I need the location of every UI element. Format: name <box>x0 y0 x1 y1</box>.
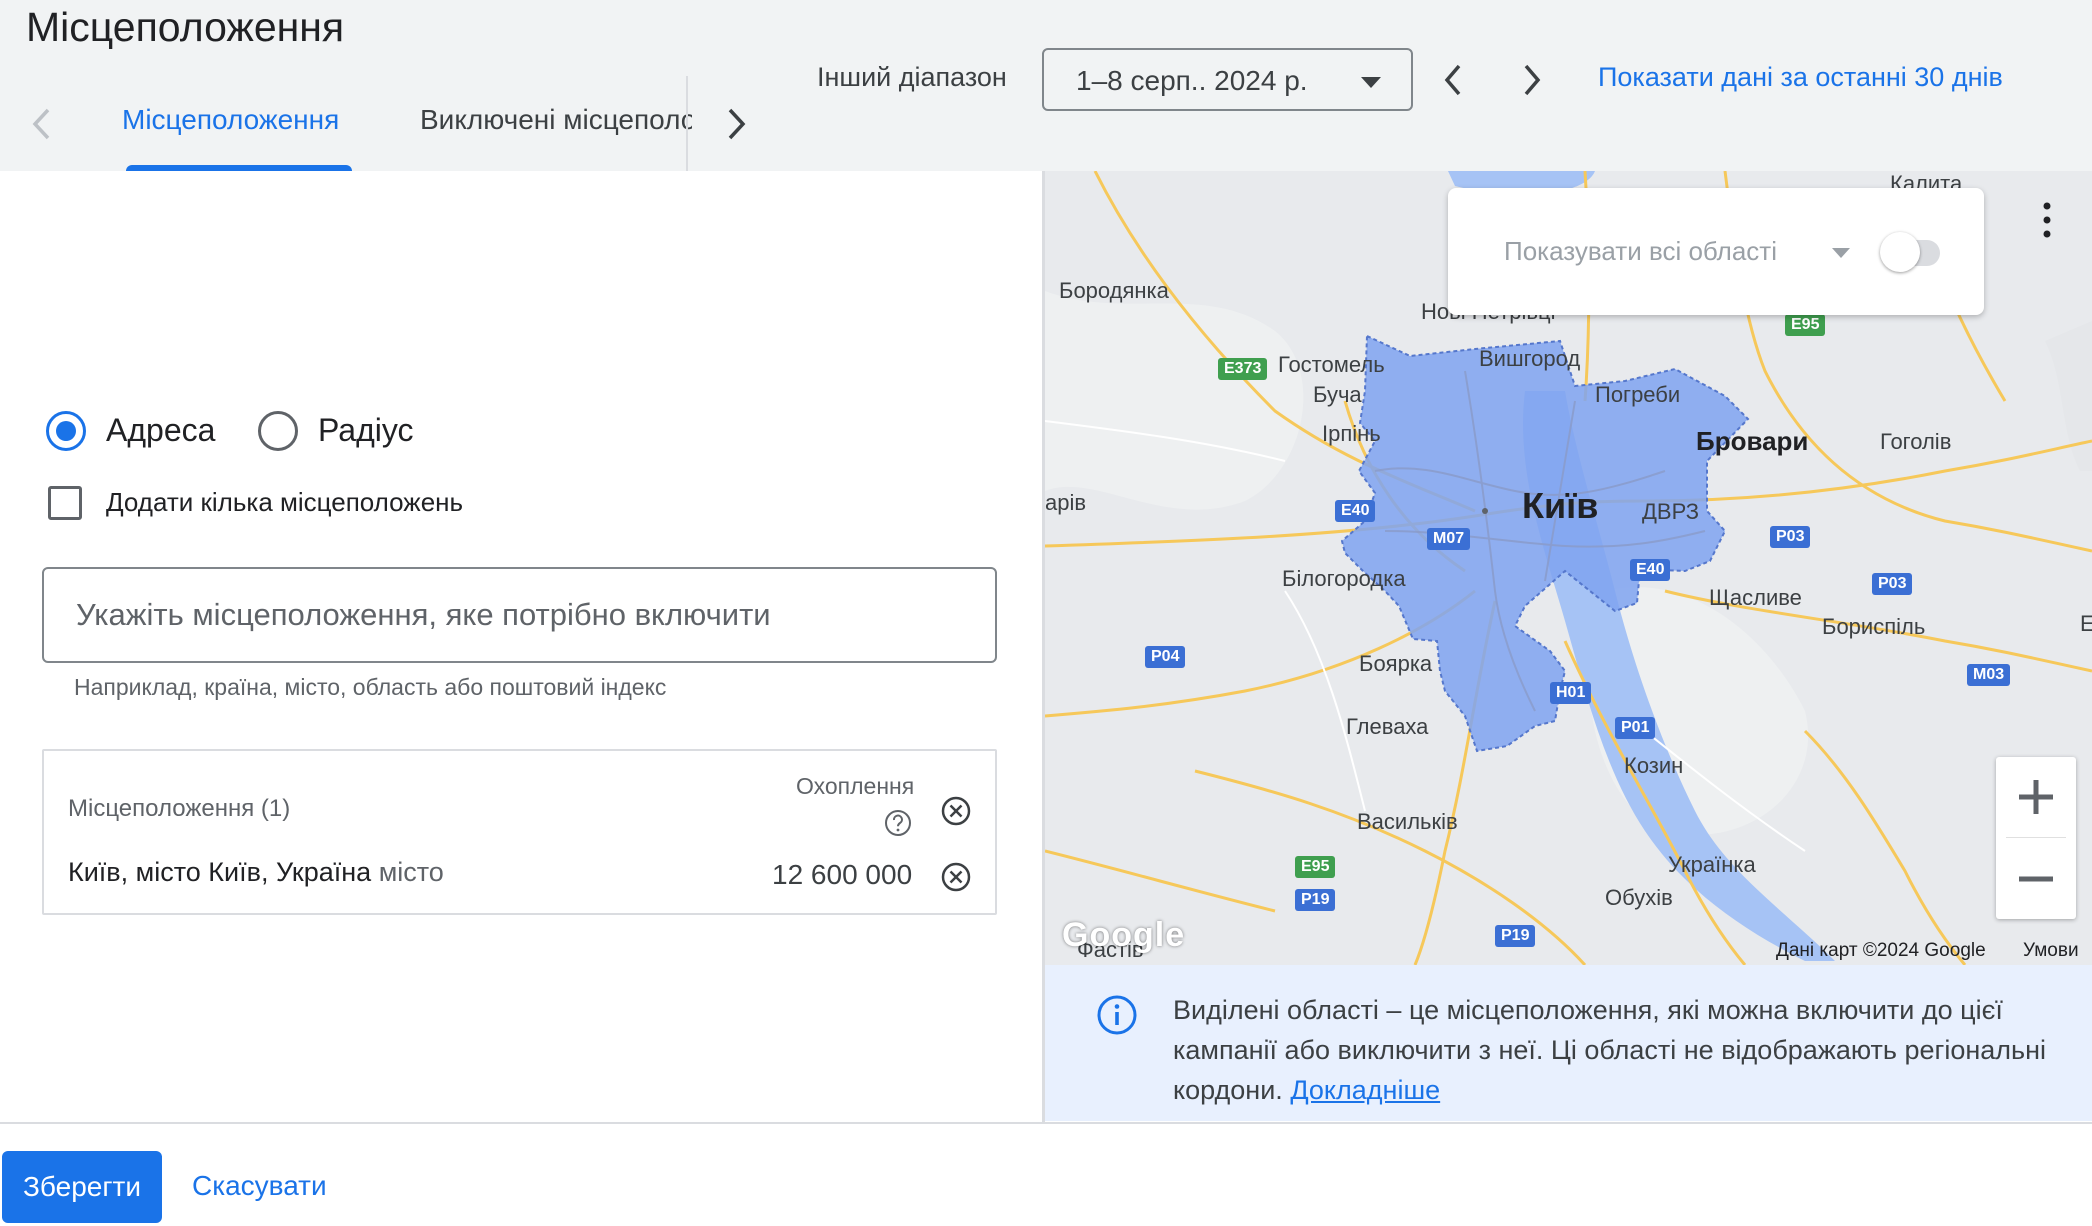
info-text: Виділені області – це місцеположення, як… <box>1173 990 2073 1110</box>
remove-all-locations-button[interactable] <box>938 793 974 829</box>
map-label-pohreby: Погреби <box>1595 382 1681 407</box>
map-label-shchaslyve: Щасливе <box>1709 585 1802 610</box>
map-label-brovary: Бровари <box>1696 426 1809 456</box>
road-shield: P03 <box>1872 573 1913 595</box>
google-logo: Google <box>1062 916 1186 954</box>
road-shield: P19 <box>1295 889 1336 911</box>
map-label-edge: Е <box>2080 611 2092 636</box>
road-shield: M07 <box>1427 528 1471 550</box>
show-last-30-days-link[interactable]: Показати дані за останні 30 днів <box>1598 62 2003 93</box>
location-item-name: Київ, місто Київ, Україна місто <box>68 857 444 888</box>
location-reach: 12 600 000 <box>772 859 913 890</box>
zoom-in-button[interactable] <box>1996 757 2076 837</box>
radio-radius[interactable] <box>258 411 298 451</box>
road-shield: M03 <box>1967 664 2011 686</box>
add-multiple-checkbox[interactable] <box>48 486 82 520</box>
add-multiple-label[interactable]: Додати кілька місцеположень <box>106 487 463 518</box>
road-shield: E95 <box>1785 314 1826 336</box>
areas-toggle-thumb[interactable] <box>1880 232 1920 272</box>
road-shield: P19 <box>1495 925 1536 947</box>
plus-icon <box>2019 780 2053 814</box>
dropdown-arrow-icon <box>1361 77 1381 88</box>
location-name-text: Київ, місто Київ, Україна <box>68 857 372 887</box>
save-button[interactable]: Зберегти <box>2 1151 162 1223</box>
location-search-input[interactable] <box>42 567 997 663</box>
selected-locations-card: Місцеположення (1) Охоплення Київ, місто… <box>42 749 997 915</box>
road-shield: E95 <box>1295 856 1336 878</box>
date-range-select[interactable]: 1–8 серп.. 2024 р. <box>1042 48 1413 111</box>
location-type: місто <box>378 857 444 887</box>
date-prev-button[interactable] <box>1431 58 1475 102</box>
page-title: Місцеположення <box>26 4 345 50</box>
road-shield: H01 <box>1550 682 1592 704</box>
map-attribution: Дані карт ©2024 Google <box>1776 940 1986 961</box>
learn-more-link[interactable]: Докладніше <box>1290 1075 1440 1105</box>
map-label-ukrainka: Українка <box>1668 852 1756 877</box>
map-terms-link[interactable]: Умови <box>2023 940 2079 962</box>
location-form-panel: Адреса Радіус Додати кілька місцеположен… <box>0 171 1045 1123</box>
map-label-irpin: Ірпінь <box>1322 421 1381 446</box>
cancel-button[interactable]: Скасувати <box>192 1170 327 1202</box>
info-icon <box>1097 995 1137 1035</box>
map-label-bucha: Буча <box>1313 382 1362 407</box>
location-input-hint: Наприклад, країна, місто, область або по… <box>74 674 667 700</box>
more-options-icon[interactable] <box>2040 200 2054 240</box>
tabs-prev-button[interactable] <box>20 100 64 148</box>
map-label-hlevakha: Глеваха <box>1346 714 1429 739</box>
radio-address-label[interactable]: Адреса <box>106 412 215 449</box>
close-circle-icon <box>941 862 971 892</box>
map-label-vasylkiv: Васильків <box>1357 809 1458 834</box>
map-label-kyiv: Київ <box>1522 485 1599 526</box>
tab-locations[interactable]: Місцеположення <box>122 104 339 136</box>
dropdown-arrow-icon <box>1832 248 1850 258</box>
map-label-vyshhorod: Вишгород <box>1479 346 1581 371</box>
help-icon[interactable] <box>884 809 912 837</box>
tab-excluded-locations[interactable]: Виключені місцеположення <box>420 104 692 136</box>
map-label-bilohorodka: Білогородка <box>1282 566 1406 591</box>
road-shield: P01 <box>1615 717 1656 739</box>
map-label-borodyanka: Бородянка <box>1059 278 1169 303</box>
coverage-header: Охоплення <box>796 773 915 799</box>
chevron-right-icon <box>728 108 746 140</box>
road-shield: P03 <box>1770 526 1811 548</box>
map-label-boryspil: Бориспіль <box>1822 614 1926 639</box>
map-label-kozyn: Козин <box>1624 753 1684 778</box>
road-shield: E373 <box>1218 358 1268 380</box>
date-next-button[interactable] <box>1510 58 1554 102</box>
map-label-makariv: арів <box>1045 490 1087 515</box>
page-header: Місцеположення Місцеположення Виключені … <box>0 0 2092 171</box>
map-label-hoholiv: Гоголів <box>1880 429 1952 454</box>
chevron-right-icon <box>1524 64 1541 96</box>
road-shield: P04 <box>1145 646 1186 668</box>
chevron-left-icon <box>32 108 50 140</box>
map-label-obukhiv: Обухів <box>1605 885 1673 910</box>
road-shield: E40 <box>1630 559 1671 581</box>
radio-radius-label[interactable]: Радіус <box>318 412 414 449</box>
map-label-boyarka: Боярка <box>1359 651 1433 676</box>
footer-divider <box>0 1122 2092 1124</box>
map-label-dvrz: ДВРЗ <box>1642 499 1700 524</box>
zoom-separator <box>2006 837 2066 838</box>
close-circle-icon <box>941 796 971 826</box>
chevron-left-icon <box>1444 64 1461 96</box>
remove-location-button[interactable] <box>938 859 974 895</box>
locations-header: Місцеположення (1) <box>68 795 291 822</box>
radio-address[interactable] <box>46 411 86 451</box>
date-range-label: Інший діапазон <box>817 62 1007 92</box>
date-range-value: 1–8 серп.. 2024 р. <box>1076 65 1308 96</box>
minus-icon <box>2019 876 2053 882</box>
info-banner: Виділені області – це місцеположення, як… <box>1045 965 2092 1121</box>
areas-selector-card: Показувати всі області <box>1448 188 1984 315</box>
road-shield: E40 <box>1335 500 1376 522</box>
tabs-next-button[interactable] <box>714 100 758 148</box>
map-zoom-controls <box>1996 757 2076 919</box>
map-label-hostomel: Гостомель <box>1278 352 1385 377</box>
zoom-out-button[interactable] <box>1996 839 2076 919</box>
tab-divider <box>686 76 688 171</box>
show-all-areas-dropdown[interactable]: Показувати всі області <box>1504 236 1777 267</box>
